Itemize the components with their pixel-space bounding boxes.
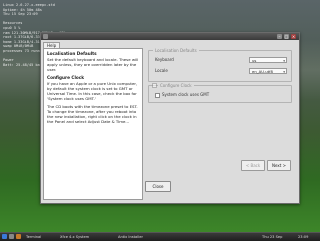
localisation-group: Localisation Defaults Keyboard us ▾ Loca… bbox=[148, 48, 292, 82]
locale-select[interactable]: en_AU.utf8 ▾ bbox=[249, 68, 287, 74]
browser-icon[interactable] bbox=[16, 234, 21, 239]
keyboard-select[interactable]: us ▾ bbox=[249, 57, 287, 63]
window-menu-icon[interactable] bbox=[43, 34, 48, 39]
maximize-icon[interactable]: □ bbox=[284, 34, 289, 39]
keyboard-value: us bbox=[252, 58, 257, 63]
gmt-checkbox[interactable] bbox=[155, 93, 160, 98]
help-heading: Localisation Defaults bbox=[47, 51, 97, 56]
help-pane: Localisation Defaults Set the default ke… bbox=[43, 48, 143, 200]
clock-group: Configure Clock System clock uses GMT bbox=[148, 83, 292, 103]
help-text: If you have an Apple or a pure Unix comp… bbox=[47, 81, 138, 101]
next-button[interactable]: Next > bbox=[267, 160, 291, 171]
taskbar-item[interactable]: Terminal bbox=[26, 234, 41, 240]
configure-clock-checkbox[interactable] bbox=[152, 83, 157, 88]
gmt-label: System clock uses GMT bbox=[162, 92, 210, 97]
conky-line: Linux 2.6.27.x-eeepc-std bbox=[3, 3, 55, 7]
window-titlebar[interactable]: – □ × bbox=[41, 33, 299, 40]
back-button[interactable]: < Back bbox=[241, 160, 265, 171]
installer-window: – □ × Help Localisation Defaults Set the… bbox=[40, 32, 300, 204]
keyboard-label: Keyboard bbox=[155, 57, 174, 62]
terminal-icon[interactable] bbox=[9, 234, 14, 239]
close-button[interactable]: Close bbox=[145, 181, 171, 192]
help-heading: Configure Clock bbox=[47, 75, 85, 80]
close-icon[interactable]: × bbox=[291, 34, 296, 39]
taskbar-item[interactable]: Antix Installer bbox=[118, 234, 143, 240]
taskbar-date: Thu 23 Sep bbox=[262, 235, 283, 239]
taskbar-item[interactable]: Xfce 4.x System bbox=[60, 234, 89, 240]
help-text: Set the default keyboard and locale. The… bbox=[47, 57, 139, 72]
help-text: The CD boots with the timezone preset to… bbox=[47, 104, 138, 124]
minimize-icon[interactable]: – bbox=[277, 34, 282, 39]
start-menu-icon[interactable] bbox=[2, 234, 7, 239]
locale-value: en_AU.utf8 bbox=[252, 69, 273, 74]
chevron-down-icon: ▾ bbox=[283, 70, 285, 74]
locale-label: Locale bbox=[155, 68, 168, 73]
localisation-legend: Localisation Defaults bbox=[153, 48, 199, 53]
taskbar-clock[interactable]: 23:09 bbox=[298, 234, 308, 240]
chevron-down-icon: ▾ bbox=[283, 59, 285, 63]
clock-legend: Configure Clock bbox=[158, 83, 194, 88]
